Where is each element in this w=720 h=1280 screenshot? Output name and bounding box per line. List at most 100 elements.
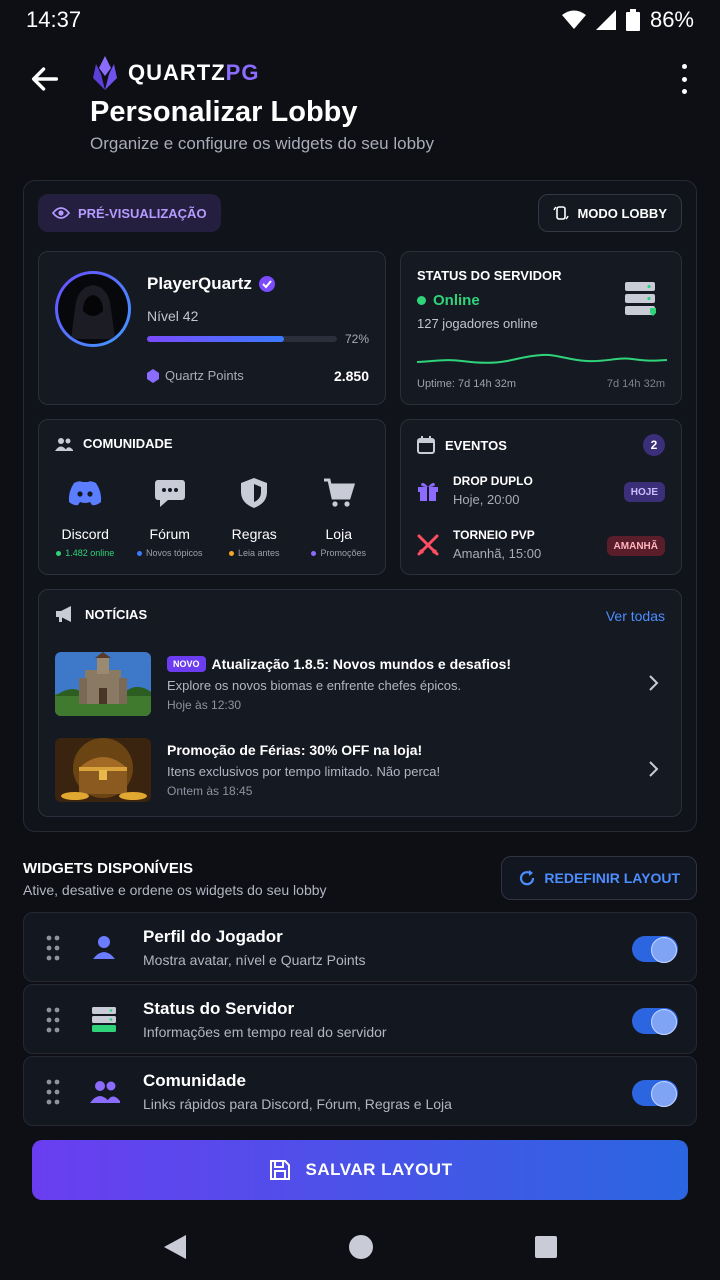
people-icon — [55, 437, 73, 451]
events-title: EVENTOS — [445, 437, 507, 453]
system-nav-bar — [0, 1214, 720, 1280]
app-header: QUARTZPG Personalizar Lobby Organize e c… — [0, 52, 720, 162]
server-uptime: Uptime: 7d 14h 32m — [417, 378, 517, 390]
status-icons: 86% — [561, 7, 694, 33]
brand-accent: PG — [225, 60, 260, 85]
gift-icon — [418, 482, 438, 501]
widget-toggle[interactable] — [632, 1080, 678, 1107]
shield-icon — [241, 478, 268, 508]
battery-icon — [625, 9, 640, 31]
news-item-title: Atualização 1.8.5: Novos mundos e desafi… — [211, 656, 512, 672]
quartz-logo-icon — [93, 56, 117, 90]
user-icon — [93, 936, 115, 959]
page-subtitle: Organize e configure os widgets do seu l… — [90, 134, 434, 153]
community-link-forum[interactable]: Fórum Novos tópicos — [128, 474, 213, 558]
player-level: Nível 42 — [147, 308, 199, 324]
players-online: 127 jogadores online — [417, 316, 538, 331]
castle-image-icon — [55, 652, 151, 716]
widget-title: Status do Servidor — [143, 999, 295, 1018]
group-icon — [90, 1081, 120, 1103]
news-title: NOTÍCIAS — [85, 606, 148, 622]
news-item-title: Promoção de Férias: 30% OFF na loja! — [167, 742, 423, 758]
save-layout-label: SALVAR LAYOUT — [305, 1160, 453, 1179]
community-label: Regras — [231, 526, 277, 542]
rotate-device-icon — [553, 206, 570, 220]
server-icon — [92, 1007, 116, 1032]
event-name: DROP DUPLO — [453, 474, 533, 488]
event-tag: AMANHÃ — [606, 536, 665, 556]
reset-layout-button[interactable]: REDEFINIR LAYOUT — [501, 856, 697, 900]
crossed-swords-icon — [417, 534, 439, 556]
forum-icon — [154, 480, 185, 507]
discord-icon — [69, 481, 102, 506]
brand-logo: QUARTZPG — [90, 56, 259, 90]
widgets-subtitle: Ative, desative e ordene os widgets do s… — [23, 882, 327, 898]
server-status-card[interactable]: STATUS DO SERVIDOR Online 127 jogadores … — [400, 251, 682, 405]
reset-layout-label: REDEFINIR LAYOUT — [544, 870, 680, 886]
nav-recents-icon[interactable] — [534, 1235, 558, 1259]
news-item[interactable]: NOVO Atualização 1.8.5: Novos mundos e d… — [55, 652, 665, 718]
event-item[interactable]: DROP DUPLO Hoje, 20:00 HOJE — [417, 474, 665, 514]
event-time: Amanhã, 15:00 — [453, 546, 542, 561]
widget-row-community[interactable]: Comunidade Links rápidos para Discord, F… — [23, 1056, 697, 1126]
server-rack-icon — [625, 282, 656, 316]
server-online-status: Online — [433, 292, 480, 309]
widget-subtitle: Links rápidos para Discord, Fórum, Regra… — [143, 1096, 452, 1112]
lobby-preview-panel: PRÉ-VISUALIZAÇÃO MODO LOBBY PlayerQuartz… — [23, 180, 697, 832]
widget-row-server-status[interactable]: Status do Servidor Informações em tempo … — [23, 984, 697, 1054]
cart-icon — [323, 478, 355, 507]
status-dot — [56, 550, 62, 556]
more-menu-icon[interactable] — [674, 64, 694, 94]
widget-subtitle: Informações em tempo real do servidor — [143, 1024, 387, 1040]
community-label: Loja — [325, 526, 352, 542]
news-thumbnail-chest — [55, 738, 151, 802]
xp-progress-bar — [147, 336, 337, 342]
save-layout-button[interactable]: SALVAR LAYOUT — [32, 1140, 688, 1200]
chevron-right-icon — [649, 675, 659, 691]
player-profile-card[interactable]: PlayerQuartz Nível 42 72% Quartz Points … — [38, 251, 386, 405]
preview-pill[interactable]: PRÉ-VISUALIZAÇÃO — [38, 194, 221, 232]
widget-toggle[interactable] — [632, 936, 678, 963]
widget-toggle[interactable] — [632, 1008, 678, 1035]
community-label: Fórum — [149, 526, 190, 542]
drag-handle-icon[interactable] — [46, 935, 60, 961]
event-time: Hoje, 20:00 — [453, 492, 520, 507]
community-link-store[interactable]: Loja Promoções — [297, 474, 382, 558]
nav-back-icon[interactable] — [162, 1233, 188, 1261]
server-status-title: STATUS DO SERVIDOR — [417, 268, 562, 283]
events-count-badge: 2 — [643, 434, 665, 456]
events-card[interactable]: EVENTOS 2 DROP DUPLO Hoje, 20:00 HOJE TO… — [400, 419, 682, 575]
online-dot — [417, 296, 426, 305]
battery-percent: 86% — [649, 7, 694, 32]
widget-row-player-profile[interactable]: Perfil do Jogador Mostra avatar, nível e… — [23, 912, 697, 982]
community-link-discord[interactable]: Discord 1.482 online — [43, 474, 128, 558]
signal-icon — [595, 10, 616, 30]
back-arrow-icon[interactable] — [28, 62, 62, 96]
news-thumbnail-castle — [55, 652, 151, 716]
event-name: TORNEIO PVP — [453, 528, 535, 542]
event-item[interactable]: TORNEIO PVP Amanhã, 15:00 AMANHÃ — [417, 528, 665, 568]
xp-percent: 72% — [344, 332, 369, 346]
event-tag: HOJE — [623, 482, 665, 502]
news-card: NOTÍCIAS Ver todas NOVO Atualização 1.8.… — [38, 589, 682, 817]
news-item-time: Hoje às 12:30 — [167, 698, 242, 712]
news-item-time: Ontem às 18:45 — [167, 784, 253, 798]
treasure-chest-image-icon — [55, 738, 151, 802]
brand-name: QUARTZ — [128, 60, 226, 85]
drag-handle-icon[interactable] — [46, 1079, 60, 1105]
see-all-link[interactable]: Ver todas — [606, 608, 665, 624]
status-dot — [136, 550, 142, 556]
news-item-desc: Explore os novos biomas e enfrente chefe… — [167, 678, 462, 693]
community-link-rules[interactable]: Regras Leia antes — [212, 474, 297, 558]
news-item[interactable]: Promoção de Férias: 30% OFF na loja! Ite… — [55, 738, 665, 804]
community-sub: Promoções — [320, 548, 367, 558]
nav-home-icon[interactable] — [348, 1234, 374, 1260]
server-uptime-short: 7d 14h 32m — [606, 378, 665, 390]
mode-lobby-button[interactable]: MODO LOBBY — [538, 194, 682, 232]
calendar-icon — [417, 436, 435, 454]
drag-handle-icon[interactable] — [46, 1007, 60, 1033]
status-bar: 14:37 86% — [0, 0, 720, 40]
new-badge: NOVO — [167, 656, 206, 672]
community-sub: Novos tópicos — [145, 548, 203, 558]
preview-label: PRÉ-VISUALIZAÇÃO — [78, 205, 207, 221]
